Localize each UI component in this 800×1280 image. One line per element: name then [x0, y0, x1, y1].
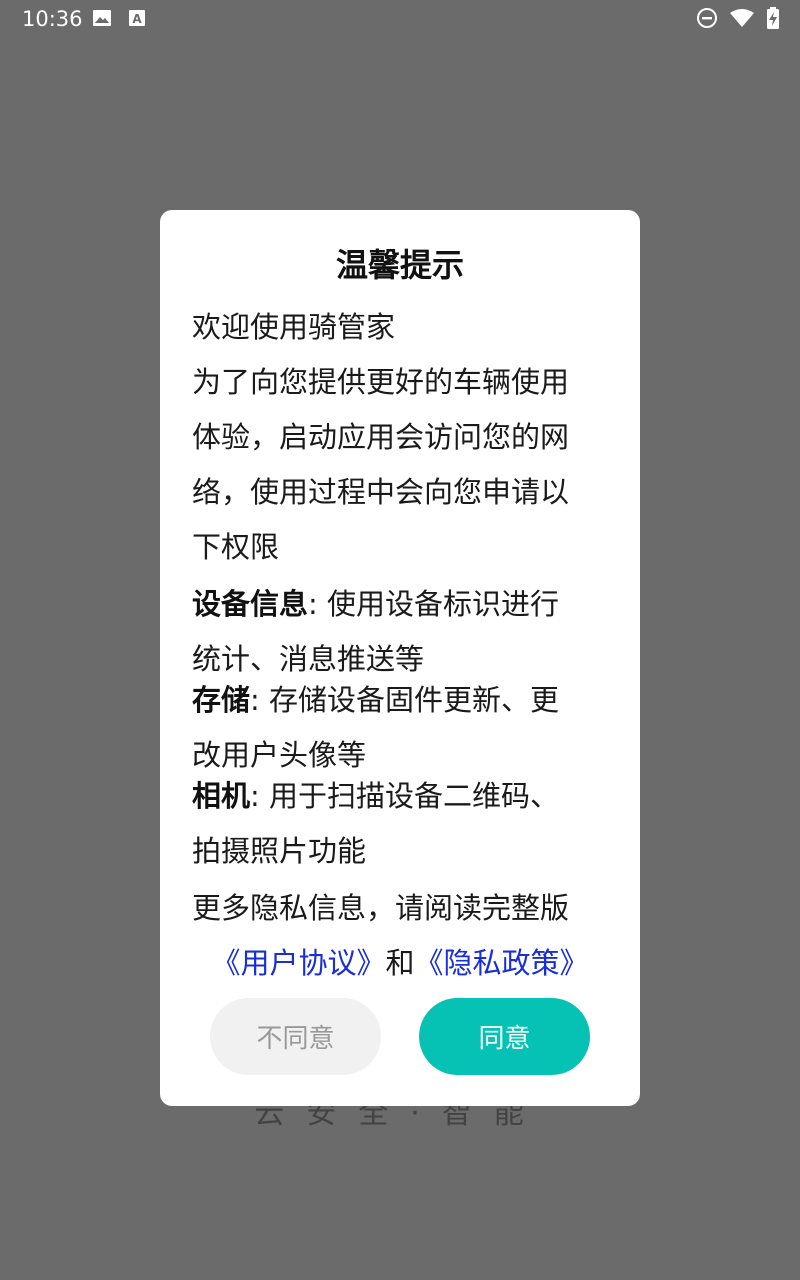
status-time: 10:36 [22, 7, 83, 31]
permission-desc-cont: 拍摄照片功能 [192, 834, 367, 868]
permission-name: 设备信息 [192, 587, 309, 621]
dialog-body: 欢迎使用骑管家 为了向您提供更好的车辆使用 体验，启动应用会访问您的网 络，使用… [192, 300, 612, 936]
and-text: 和 [385, 946, 415, 980]
do-not-disturb-icon [696, 7, 718, 33]
privacy-policy-link[interactable]: 《隐私政策》 [415, 946, 589, 980]
battery-charging-icon [766, 7, 780, 33]
permission-device-info: 设备信息: 使用设备标识进行 [192, 577, 612, 632]
permission-desc: : 存储设备固件更新、更 [250, 683, 560, 717]
image-icon [92, 8, 112, 32]
intro-line: 下权限 [192, 530, 280, 564]
wifi-icon [730, 8, 754, 32]
svg-text:A: A [132, 12, 142, 26]
permission-desc: : 用于扫描设备二维码、 [250, 779, 560, 813]
policy-links: 《用户协议》和《隐私政策》 [160, 938, 640, 988]
intro-line: 为了向您提供更好的车辆使用 [192, 365, 570, 399]
permission-desc: : 使用设备标识进行 [308, 587, 560, 621]
font-a-icon: A [128, 8, 146, 32]
agree-button[interactable]: 同意 [419, 998, 590, 1075]
status-left-icons: A [92, 8, 146, 32]
dialog-title: 温馨提示 [335, 246, 464, 284]
permission-name: 相机 [192, 779, 251, 813]
permission-camera: 相机: 用于扫描设备二维码、 [192, 769, 612, 824]
welcome-text: 欢迎使用骑管家 [192, 310, 396, 344]
permission-storage: 存储: 存储设备固件更新、更 [192, 673, 612, 728]
permission-name: 存储 [192, 683, 251, 717]
status-right-icons [696, 7, 780, 33]
disagree-button[interactable]: 不同意 [210, 998, 381, 1075]
more-info-text: 更多隐私信息，请阅读完整版 [192, 891, 570, 925]
screen: 10:36 A 云安全·智能 温馨提示 欢迎使用骑管家 为了向您提供更好的车辆使… [0, 0, 800, 1280]
intro-line: 络，使用过程中会向您申请以 [192, 475, 570, 509]
status-bar: 10:36 A [0, 0, 800, 38]
user-agreement-link[interactable]: 《用户协议》 [211, 946, 385, 980]
intro-line: 体验，启动应用会访问您的网 [192, 420, 570, 454]
